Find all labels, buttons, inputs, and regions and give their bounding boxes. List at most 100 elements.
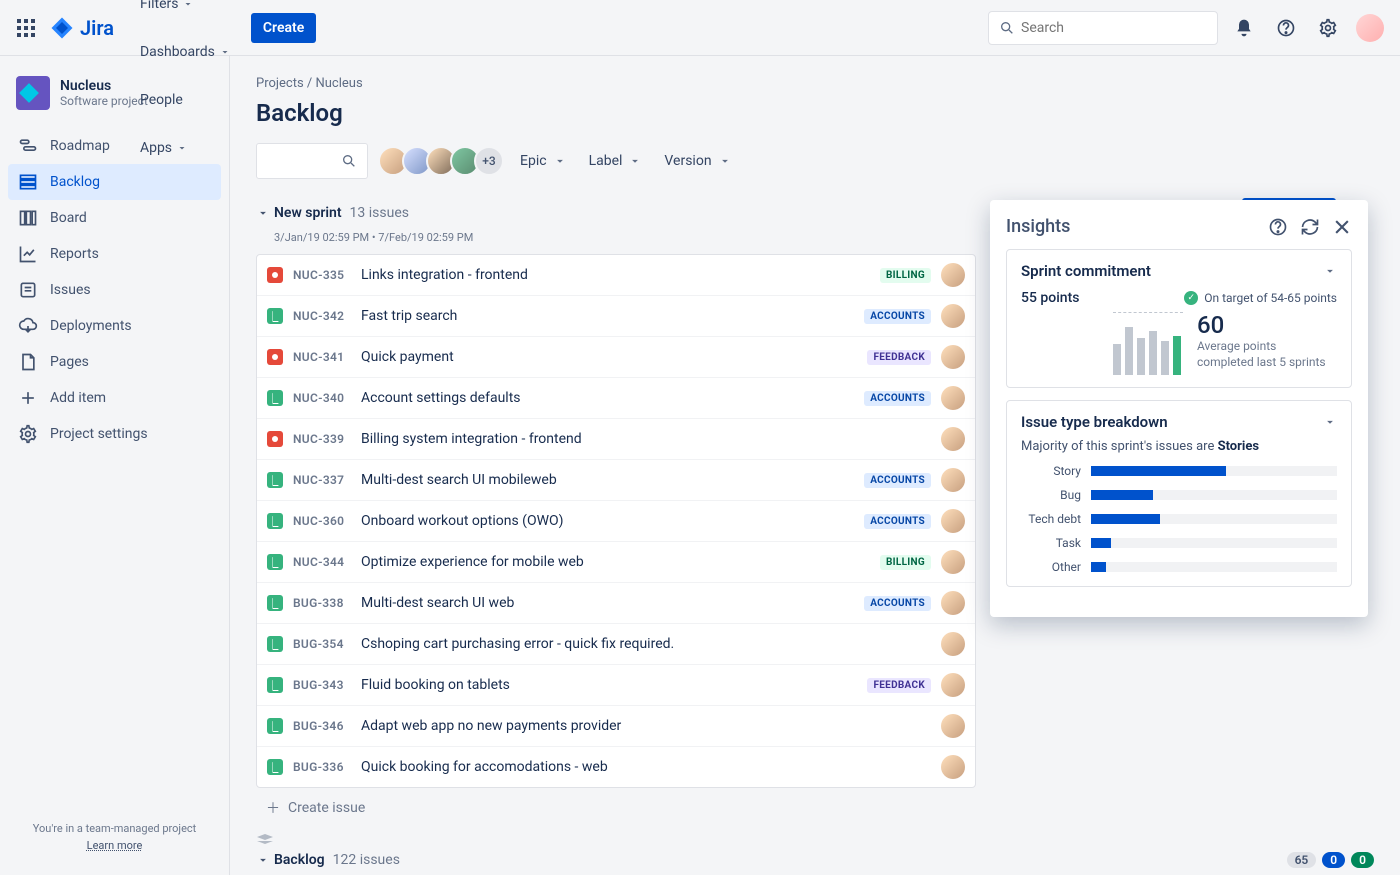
footer-text: You're in a team-managed project bbox=[12, 820, 217, 838]
epic-tag[interactable]: ACCOUNTS bbox=[864, 391, 931, 406]
issue-row[interactable]: NUC-337 Multi-dest search UI mobileweb A… bbox=[257, 460, 975, 501]
global-search-input[interactable] bbox=[1021, 20, 1207, 36]
assignee-avatar[interactable] bbox=[941, 468, 965, 492]
backlog-section-name[interactable]: Backlog bbox=[274, 852, 325, 868]
collapse-icon[interactable] bbox=[256, 853, 270, 867]
sprint-issue-count: 13 issues bbox=[350, 205, 409, 221]
breakdown-label: Other bbox=[1021, 560, 1091, 574]
assignee-avatar[interactable] bbox=[941, 345, 965, 369]
profile-avatar[interactable] bbox=[1354, 12, 1386, 44]
issue-row[interactable]: BUG-338 Multi-dest search UI web ACCOUNT… bbox=[257, 583, 975, 624]
assignee-filter-avatars[interactable]: +3 bbox=[384, 146, 504, 176]
help-icon[interactable] bbox=[1268, 217, 1288, 237]
assignee-avatar[interactable] bbox=[941, 632, 965, 656]
filter-label[interactable]: Label bbox=[589, 153, 643, 169]
issue-row[interactable]: BUG-336 Quick booking for accomodations … bbox=[257, 747, 975, 787]
chevron-down-icon bbox=[176, 142, 188, 154]
epic-tag[interactable]: BILLING bbox=[880, 268, 931, 283]
sidebar-item-pages[interactable]: Pages bbox=[8, 344, 221, 380]
collapse-icon[interactable] bbox=[256, 206, 270, 220]
sidebar-item-reports[interactable]: Reports bbox=[8, 236, 221, 272]
resize-grip-icon[interactable] bbox=[256, 834, 1374, 844]
avatar-more[interactable]: +3 bbox=[474, 146, 504, 176]
backlog-search[interactable] bbox=[256, 143, 368, 179]
assignee-avatar[interactable] bbox=[941, 509, 965, 533]
board-icon bbox=[18, 208, 40, 228]
issue-row[interactable]: BUG-343 Fluid booking on tablets FEEDBAC… bbox=[257, 665, 975, 706]
nav-apps[interactable]: Apps bbox=[130, 124, 241, 172]
sidebar-item-label: Deployments bbox=[50, 318, 132, 334]
epic-tag[interactable]: ACCOUNTS bbox=[864, 514, 931, 529]
breakdown-subtitle: Majority of this sprint's issues are Sto… bbox=[1021, 439, 1337, 454]
assignee-avatar[interactable] bbox=[941, 755, 965, 779]
assignee-avatar[interactable] bbox=[941, 427, 965, 451]
create-issue-button[interactable]: ＋ Create issue bbox=[256, 788, 1374, 828]
card-title-text: Issue type breakdown bbox=[1021, 413, 1168, 431]
global-search[interactable] bbox=[988, 11, 1218, 45]
issue-row[interactable]: BUG-346 Adapt web app no new payments pr… bbox=[257, 706, 975, 747]
assignee-avatar[interactable] bbox=[941, 304, 965, 328]
epic-tag[interactable]: ACCOUNTS bbox=[864, 473, 931, 488]
chevron-down-icon[interactable] bbox=[1323, 415, 1337, 429]
breadcrumb[interactable]: Projects / Nucleus bbox=[256, 76, 1374, 91]
spark-bar bbox=[1149, 331, 1157, 375]
issue-row[interactable]: NUC-344 Optimize experience for mobile w… bbox=[257, 542, 975, 583]
settings-icon[interactable] bbox=[1312, 12, 1344, 44]
epic-tag[interactable]: BILLING bbox=[880, 555, 931, 570]
sidebar-item-board[interactable]: Board bbox=[8, 200, 221, 236]
issue-row[interactable]: BUG-354 Cshoping cart purchasing error -… bbox=[257, 624, 975, 665]
filter-epic[interactable]: Epic bbox=[520, 153, 567, 169]
assignee-avatar[interactable] bbox=[941, 550, 965, 574]
story-icon bbox=[267, 677, 283, 693]
backlog-toolbar: +3 Epic Label Version bbox=[256, 143, 1374, 179]
assignee-avatar[interactable] bbox=[941, 591, 965, 615]
issue-row[interactable]: NUC-360 Onboard workout options (OWO) AC… bbox=[257, 501, 975, 542]
issue-row[interactable]: NUC-341 Quick payment FEEDBACK bbox=[257, 337, 975, 378]
sidebar-item-add-item[interactable]: Add item bbox=[8, 380, 221, 416]
epic-tag[interactable]: FEEDBACK bbox=[867, 350, 931, 365]
issue-key: NUC-342 bbox=[293, 309, 351, 323]
main-content: Projects / Nucleus Backlog +3 Epic Label V… bbox=[230, 56, 1400, 875]
jira-logo[interactable]: Jira bbox=[50, 16, 114, 40]
close-icon[interactable] bbox=[1332, 217, 1352, 237]
refresh-icon[interactable] bbox=[1300, 217, 1320, 237]
nav-filters[interactable]: Filters bbox=[130, 0, 241, 28]
epic-tag[interactable]: FEEDBACK bbox=[867, 678, 931, 693]
breakdown-label: Task bbox=[1021, 536, 1091, 550]
estimate-done: 0 bbox=[1351, 852, 1374, 868]
story-icon bbox=[267, 308, 283, 324]
chevron-down-icon[interactable] bbox=[1323, 264, 1337, 278]
sprint-issue-list: NUC-335 Links integration - frontend BIL… bbox=[256, 254, 976, 788]
avg-points-sub1: Average points bbox=[1197, 339, 1326, 355]
create-button[interactable]: Create bbox=[251, 13, 316, 43]
app-switcher-icon[interactable] bbox=[14, 16, 38, 40]
issue-title: Multi-dest search UI mobileweb bbox=[361, 472, 864, 488]
issue-row[interactable]: NUC-339 Billing system integration - fro… bbox=[257, 419, 975, 460]
breakdown-label: Story bbox=[1021, 464, 1091, 478]
issue-title: Links integration - frontend bbox=[361, 267, 880, 283]
plus-icon: ＋ bbox=[266, 798, 280, 818]
nav-people[interactable]: People bbox=[130, 76, 241, 124]
notifications-icon[interactable] bbox=[1228, 12, 1260, 44]
breakdown-sub-prefix: Majority of this sprint's issues are bbox=[1021, 439, 1218, 454]
nav-dashboards[interactable]: Dashboards bbox=[130, 28, 241, 76]
learn-more-link[interactable]: Learn more bbox=[87, 839, 143, 852]
assignee-avatar[interactable] bbox=[941, 673, 965, 697]
help-icon[interactable] bbox=[1270, 12, 1302, 44]
bug-icon bbox=[267, 349, 283, 365]
epic-tag[interactable]: ACCOUNTS bbox=[864, 596, 931, 611]
issue-row[interactable]: NUC-340 Account settings defaults ACCOUN… bbox=[257, 378, 975, 419]
filter-version[interactable]: Version bbox=[664, 153, 731, 169]
sprint-name[interactable]: New sprint bbox=[274, 205, 342, 221]
issue-row[interactable]: NUC-335 Links integration - frontend BIL… bbox=[257, 255, 975, 296]
issue-row[interactable]: NUC-342 Fast trip search ACCOUNTS bbox=[257, 296, 975, 337]
estimate-todo: 65 bbox=[1287, 852, 1317, 868]
sidebar-item-project-settings[interactable]: Project settings bbox=[8, 416, 221, 452]
sidebar-item-deployments[interactable]: Deployments bbox=[8, 308, 221, 344]
epic-tag[interactable]: ACCOUNTS bbox=[864, 309, 931, 324]
assignee-avatar[interactable] bbox=[941, 714, 965, 738]
assignee-avatar[interactable] bbox=[941, 263, 965, 287]
create-issue-label: Create issue bbox=[288, 800, 365, 816]
assignee-avatar[interactable] bbox=[941, 386, 965, 410]
sidebar-item-issues[interactable]: Issues bbox=[8, 272, 221, 308]
